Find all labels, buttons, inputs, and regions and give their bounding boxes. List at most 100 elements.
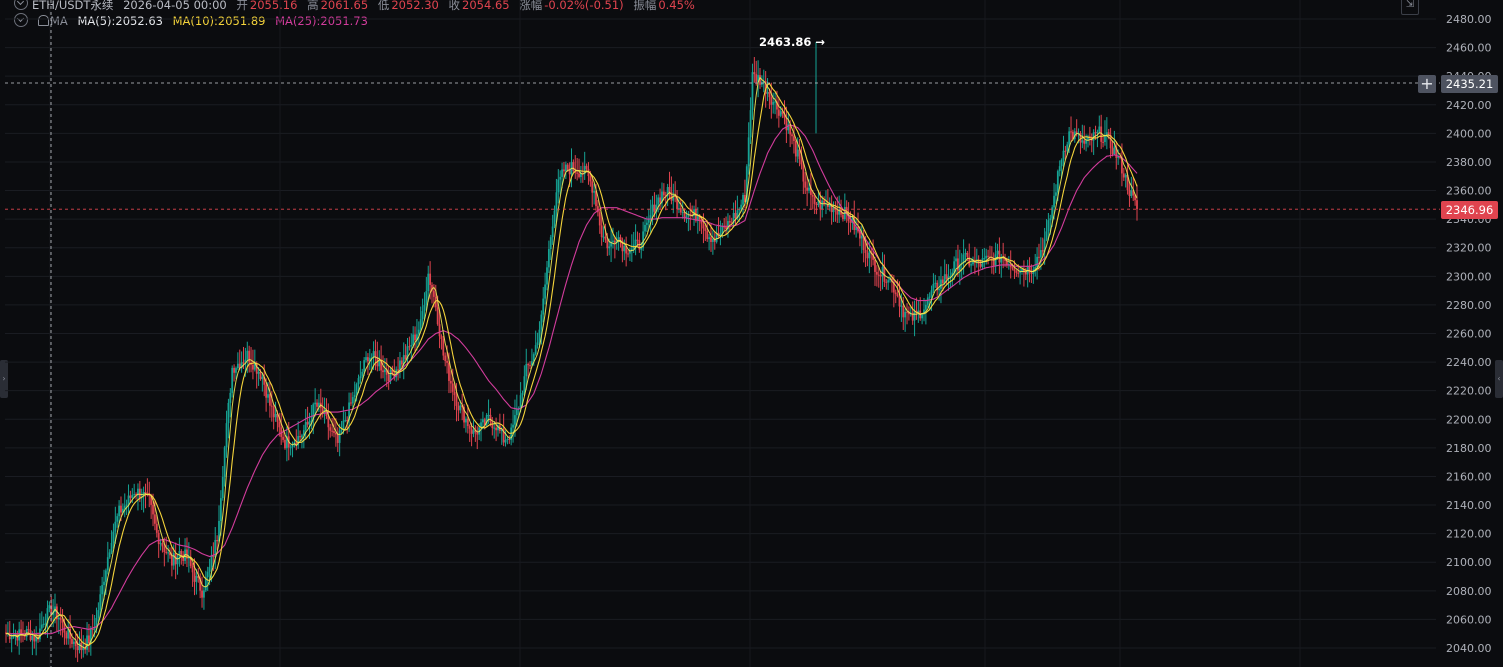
candle-body xyxy=(304,422,307,431)
candle-body xyxy=(33,635,36,642)
plus-icon[interactable]: + xyxy=(1418,75,1436,93)
candle-body xyxy=(1038,256,1040,258)
candle-body xyxy=(235,368,237,373)
candle-body xyxy=(832,207,835,213)
candle-body xyxy=(476,432,479,435)
candle-body xyxy=(553,210,556,227)
candle-body xyxy=(180,550,183,555)
candle-body xyxy=(374,351,377,357)
candle-body xyxy=(470,428,473,434)
candle-body xyxy=(970,264,973,266)
candle-body xyxy=(451,383,454,392)
candle-body xyxy=(525,364,528,377)
candle-body xyxy=(419,319,422,330)
candle-body xyxy=(446,360,448,363)
candle-body xyxy=(1128,190,1131,196)
candle-body xyxy=(103,581,105,586)
candle-body xyxy=(568,169,571,175)
candle-body xyxy=(606,239,609,249)
candle-body xyxy=(653,204,656,212)
candle-body xyxy=(44,623,47,625)
candle-body xyxy=(928,296,931,298)
candle-body xyxy=(902,305,905,318)
candle-body xyxy=(1045,231,1048,240)
candle-body xyxy=(593,191,596,193)
candle-body xyxy=(1104,135,1106,143)
candle-body xyxy=(1064,150,1067,152)
candle-body xyxy=(76,646,79,651)
candle-body xyxy=(412,334,415,346)
candle-body xyxy=(559,176,562,180)
candle-body xyxy=(945,274,948,279)
candle-body xyxy=(291,445,294,448)
candle-body xyxy=(448,362,450,381)
candle-body xyxy=(1058,166,1061,172)
candle-body xyxy=(940,279,942,289)
candle-body xyxy=(659,197,661,203)
candle-body xyxy=(534,345,537,355)
candle-body xyxy=(127,495,130,505)
chart-grid xyxy=(5,0,1436,667)
candle-body xyxy=(612,240,614,242)
candle-body xyxy=(191,565,194,573)
candle-body xyxy=(252,364,254,370)
candle-body xyxy=(768,91,771,98)
price-chart[interactable]: 2480.002460.002440.002420.002400.002380.… xyxy=(0,0,1503,667)
candle-body xyxy=(646,222,648,225)
candle-body xyxy=(465,418,467,423)
candle-body xyxy=(747,137,750,167)
candle-body xyxy=(193,572,196,582)
y-tick-label: 2360.00 xyxy=(1446,185,1492,198)
candle-body xyxy=(466,418,469,427)
candle-body xyxy=(333,431,335,434)
candle-body xyxy=(1047,220,1050,232)
candle-body xyxy=(885,281,888,283)
candle-body xyxy=(65,632,68,639)
candle-body xyxy=(216,539,219,542)
candle-body xyxy=(644,224,646,232)
candle-body xyxy=(987,255,989,257)
candle-body xyxy=(906,311,908,313)
candle-body xyxy=(564,164,567,172)
candle-body xyxy=(453,391,456,396)
candle-body xyxy=(734,212,737,218)
candle-body xyxy=(527,364,530,366)
candle-body xyxy=(755,74,758,82)
candle-body xyxy=(91,628,94,630)
candle-body xyxy=(118,505,120,517)
candle-body xyxy=(231,367,234,393)
y-tick-label: 2480.00 xyxy=(1446,13,1492,26)
y-tick-label: 2300.00 xyxy=(1446,270,1492,283)
candle-body xyxy=(866,252,869,259)
candle-body xyxy=(289,447,292,449)
candle-body xyxy=(378,360,381,367)
candle-body xyxy=(272,406,275,418)
candle-body xyxy=(1041,250,1044,252)
candle-body xyxy=(206,571,209,578)
candle-body xyxy=(821,200,824,210)
candle-body xyxy=(930,290,933,297)
candle-body xyxy=(538,329,541,343)
candle-body xyxy=(634,239,637,245)
candle-body xyxy=(242,362,245,364)
y-tick-label: 2200.00 xyxy=(1446,413,1492,426)
candle-body xyxy=(195,575,198,582)
candle-body xyxy=(1102,141,1104,143)
y-tick-label: 2420.00 xyxy=(1446,99,1492,112)
high-marker-label: 2463.86 → xyxy=(759,35,826,49)
candle-body xyxy=(301,435,303,438)
candle-body xyxy=(261,376,264,380)
candle-body xyxy=(363,360,366,372)
candle-body xyxy=(334,433,337,435)
y-tick-label: 2460.00 xyxy=(1446,42,1492,55)
candle-body xyxy=(966,252,969,257)
candle-body xyxy=(152,504,154,515)
candle-body xyxy=(48,605,51,609)
candle-body xyxy=(561,169,563,177)
candle-body xyxy=(504,439,507,443)
candle-body xyxy=(246,350,249,360)
candle-body xyxy=(702,223,705,229)
candle-body xyxy=(10,637,13,640)
candle-body xyxy=(259,372,262,380)
candle-body xyxy=(353,395,356,398)
